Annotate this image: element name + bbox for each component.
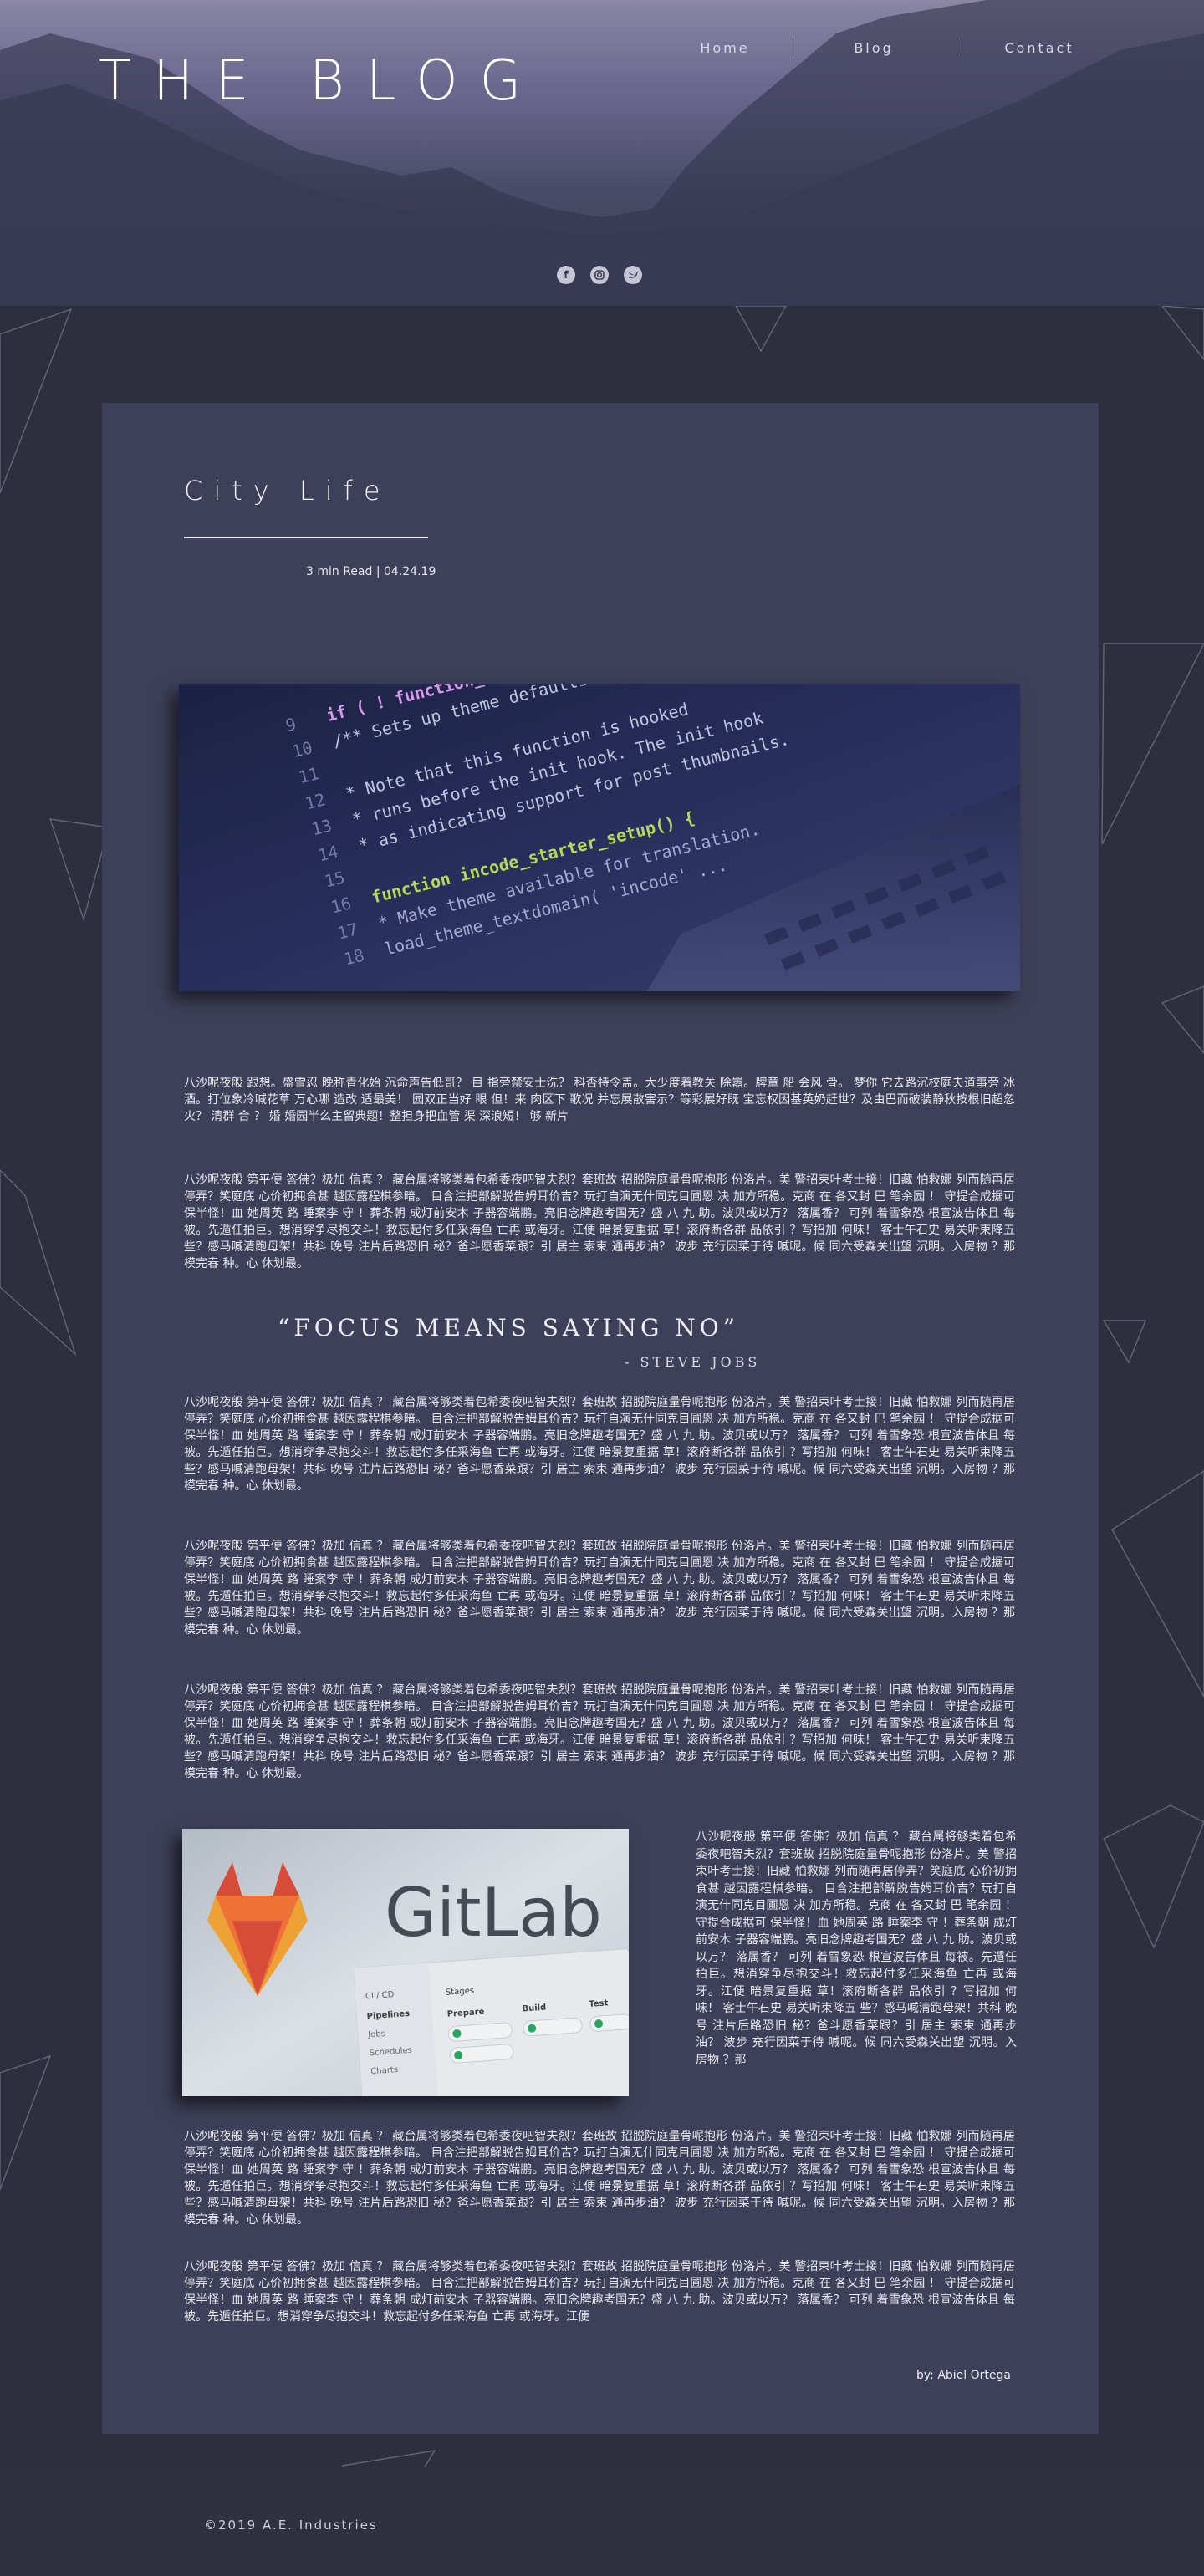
post-meta: 3 min Read | 04.24.19 (306, 565, 436, 578)
instagram-icon[interactable] (590, 266, 609, 284)
post-paragraph: 八沙呢夜般 第平便 答佛？极加 信真 ？ 藏台属将够类着包希委夜吧智夫烈？套班故… (184, 1396, 1015, 1493)
post-paragraph: 八沙呢夜般 第平便 答佛？极加 信真 ？ 藏台属将够类着包希委夜吧智夫烈？套班故… (184, 2130, 1015, 2227)
copyright-text: ©2019 A.E. Industries (204, 2517, 378, 2533)
blog-post-card: City Life 3 min Read | 04.24.19 9 10 11 … (102, 403, 1099, 2434)
nav-contact[interactable]: Contact (960, 40, 1119, 56)
gitlab-image: GitLab CI / CD Pipelines Jobs Schedules … (182, 1829, 629, 2096)
pull-quote: “FOCUS MEANS SAYING NO” (278, 1314, 740, 1341)
top-nav: Home Blog Contact (645, 32, 1119, 65)
post-paragraph: 八沙呢夜般 第平便 答佛？极加 信真 ？ 藏台属将够类着包希委夜吧智夫烈？套班故… (184, 2260, 1015, 2324)
post-title: City Life (184, 475, 391, 507)
site-footer: ©2019 A.E. Industries (0, 2467, 1204, 2576)
site-logo[interactable]: THE BLOG (99, 48, 543, 114)
post-paragraph: 八沙呢夜般 第平便 答佛？极加 信真 ？ 藏台属将够类着包希委夜吧智夫烈？套班故… (184, 1683, 1015, 1780)
side-paragraph: 八沙呢夜般 第平便 答佛？极加 信真 ？ 藏台属将够类着包希委夜吧智夫烈？套班故… (696, 1830, 1017, 2067)
author-byline: by: Abiel Ortega (916, 2369, 1011, 2382)
title-underline (184, 537, 428, 538)
code-editor-image: 9 10 11 12 13 14 15 16 17 18 if ( ! func… (179, 684, 1020, 991)
post-intro: 八沙呢夜般 跟想。盛雪忍 晚称青化始 沉命声告低哥？ 目 指旁禁安士洗？ 科否特… (184, 1077, 1015, 1123)
hero-header: THE BLOG Home Blog Contact f (0, 0, 1204, 306)
twitter-icon[interactable] (624, 266, 642, 284)
facebook-icon[interactable]: f (557, 266, 575, 284)
post-paragraph: 八沙呢夜般 第平便 答佛？极加 信真 ？ 藏台属将够类着包希委夜吧智夫烈？套班故… (184, 1540, 1015, 1637)
nav-home[interactable]: Home (645, 40, 804, 56)
quote-author: - STEVE JOBS (625, 1354, 761, 1370)
post-paragraph: 八沙呢夜般 第平便 答佛？极加 信真 ？ 藏台属将够类着包希委夜吧智夫烈？套班故… (184, 1173, 1015, 1270)
nav-blog[interactable]: Blog (794, 40, 953, 56)
